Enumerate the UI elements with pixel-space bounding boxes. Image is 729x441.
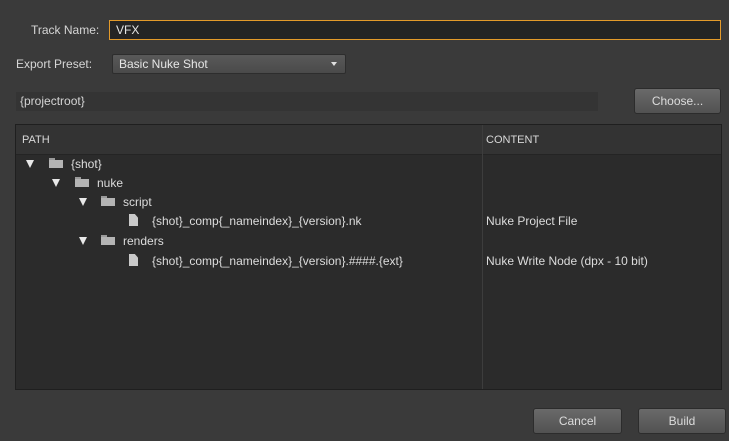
tree-row-content: Nuke Project File — [486, 214, 578, 228]
tree-row-label: renders — [123, 234, 164, 248]
triangle-down-icon[interactable] — [52, 179, 60, 187]
folder-icon — [75, 177, 89, 187]
tree-row-label: {shot} — [71, 157, 102, 171]
root-path-value: {projectroot} — [20, 94, 85, 108]
triangle-down-icon[interactable] — [79, 237, 87, 245]
tree-row-render-file[interactable]: {shot}_comp{_nameindex}_{version}.####.{… — [16, 251, 721, 271]
build-button[interactable]: Build — [638, 408, 726, 434]
track-name-label: Track Name: — [31, 23, 100, 37]
tree-row-shot[interactable]: {shot} — [16, 154, 721, 174]
content-column-header[interactable]: CONTENT — [486, 134, 539, 146]
export-preset-value: Basic Nuke Shot — [119, 57, 208, 71]
chevron-down-icon — [331, 62, 337, 66]
folder-icon — [101, 235, 115, 245]
file-icon — [129, 214, 138, 226]
tree-row-label: {shot}_comp{_nameindex}_{version}.nk — [152, 214, 362, 228]
triangle-down-icon[interactable] — [79, 198, 87, 206]
tree-row-nuke[interactable]: nuke — [16, 173, 721, 193]
cancel-button[interactable]: Cancel — [533, 408, 622, 434]
track-name-input[interactable] — [109, 20, 721, 40]
root-path-field[interactable]: {projectroot} — [16, 92, 598, 111]
export-preset-label: Export Preset: — [16, 57, 93, 71]
path-tree-view[interactable]: PATH CONTENT {shot} nuke script {shot}_c… — [15, 124, 722, 390]
tree-row-label: nuke — [97, 176, 124, 190]
tree-row-content: Nuke Write Node (dpx - 10 bit) — [486, 254, 648, 268]
triangle-down-icon[interactable] — [26, 160, 34, 168]
tree-row-renders[interactable]: renders — [16, 231, 721, 251]
tree-row-nk-file[interactable]: {shot}_comp{_nameindex}_{version}.nk Nuk… — [16, 211, 721, 231]
tree-header: PATH CONTENT — [16, 125, 721, 155]
path-column-header[interactable]: PATH — [22, 134, 50, 146]
file-icon — [129, 254, 138, 266]
choose-button[interactable]: Choose... — [634, 88, 721, 114]
export-preset-dropdown[interactable]: Basic Nuke Shot — [112, 54, 346, 74]
tree-row-label: {shot}_comp{_nameindex}_{version}.####.{… — [152, 254, 403, 268]
folder-icon — [101, 196, 115, 206]
folder-icon — [49, 158, 63, 168]
tree-row-label: script — [123, 195, 152, 209]
tree-row-script[interactable]: script — [16, 192, 721, 212]
